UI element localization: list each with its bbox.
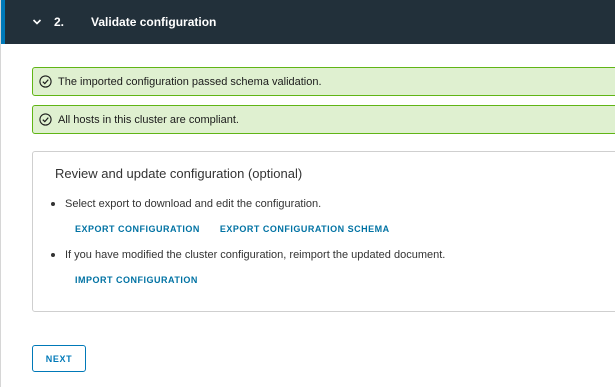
step-title: Validate configuration <box>91 15 217 29</box>
step-header[interactable]: 2. Validate configuration <box>1 0 615 44</box>
check-circle-icon <box>39 75 52 88</box>
bullet-icon <box>51 253 55 257</box>
import-configuration-link[interactable]: IMPORT CONFIGURATION <box>75 275 198 285</box>
success-alert: All hosts in this cluster are compliant. <box>32 105 615 134</box>
review-card: Review and update configuration (optiona… <box>32 151 615 312</box>
import-links: IMPORT CONFIGURATION <box>75 275 198 285</box>
list-item: If you have modified the cluster configu… <box>51 249 445 261</box>
bullet-icon <box>51 202 55 206</box>
check-circle-icon <box>39 113 52 126</box>
alert-text: The imported configuration passed schema… <box>58 75 322 88</box>
list-item-text: Select export to download and edit the c… <box>65 198 322 210</box>
export-configuration-link[interactable]: EXPORT CONFIGURATION <box>75 224 200 234</box>
review-title: Review and update configuration (optiona… <box>55 166 303 181</box>
export-configuration-schema-link[interactable]: EXPORT CONFIGURATION SCHEMA <box>220 224 390 234</box>
step-number: 2. <box>54 15 65 29</box>
export-links: EXPORT CONFIGURATION EXPORT CONFIGURATIO… <box>75 224 390 234</box>
success-alert: The imported configuration passed schema… <box>32 67 615 96</box>
list-item: Select export to download and edit the c… <box>51 198 321 210</box>
alert-text: All hosts in this cluster are compliant. <box>58 113 239 126</box>
list-item-text: If you have modified the cluster configu… <box>65 249 446 261</box>
chevron-down-icon[interactable] <box>30 15 44 29</box>
next-button[interactable]: NEXT <box>32 345 86 372</box>
wizard-panel: 2. Validate configuration The imported c… <box>0 0 615 387</box>
